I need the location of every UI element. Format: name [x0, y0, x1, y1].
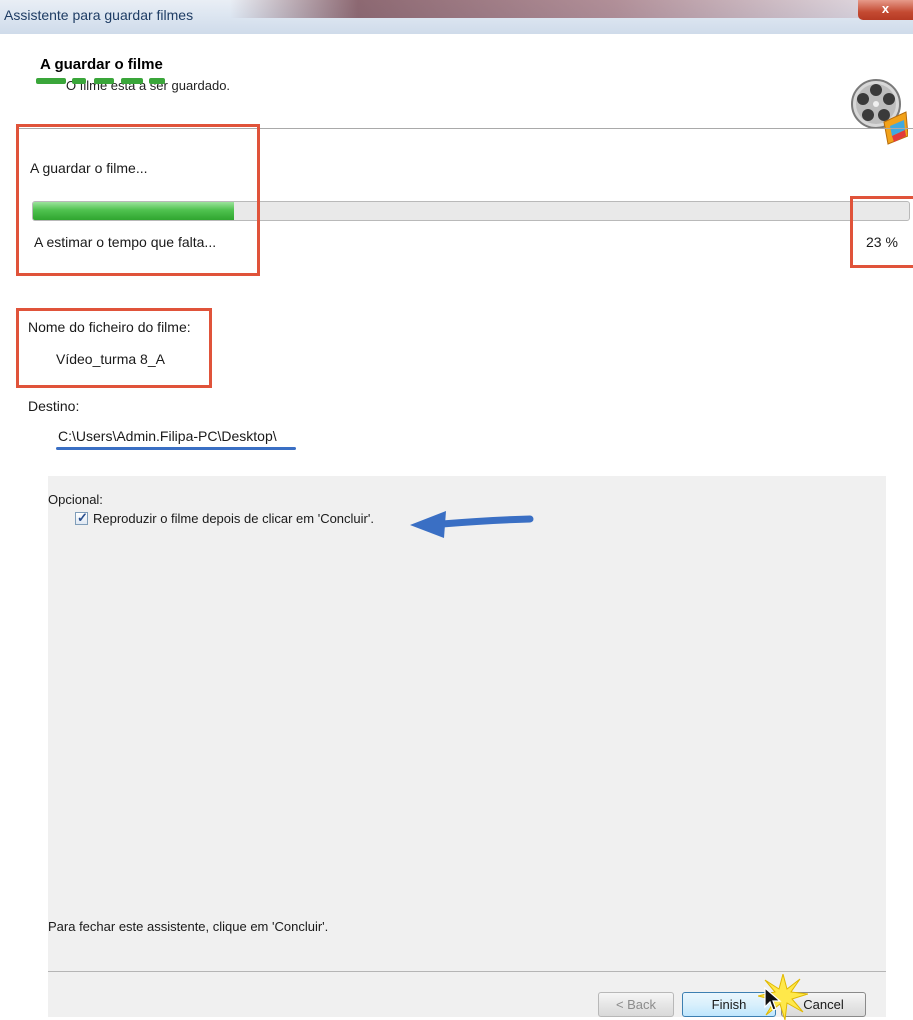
highlight-mark: [121, 78, 143, 84]
film-reel-icon: [851, 79, 908, 145]
destination-label: Destino:: [28, 398, 80, 414]
filename-label: Nome do ficheiro do filme:: [28, 319, 191, 335]
highlight-mark: [36, 78, 66, 84]
annotation-box-percent: [850, 196, 913, 268]
destination-path: C:\Users\Admin.Filipa-PC\Desktop\: [58, 428, 277, 444]
annotation-box-progress: [16, 124, 260, 276]
filename-value: Vídeo_turma 8_A: [56, 351, 165, 367]
wizard-bottom-panel: Opcional: ✓ Reproduzir o filme depois de…: [48, 476, 886, 1020]
close-hint-text: Para fechar este assistente, clique em '…: [48, 919, 329, 934]
footer-divider: [48, 971, 886, 972]
title-bar-gradient: [230, 0, 870, 18]
highlight-mark: [149, 78, 165, 84]
checkmark-icon: ✓: [77, 510, 88, 525]
back-button[interactable]: < Back: [598, 992, 674, 1017]
page-title: A guardar o filme: [40, 56, 163, 73]
highlight-mark: [72, 78, 86, 84]
wizard-top-panel: Assistente para guardar filmes x A guard…: [0, 0, 913, 460]
optional-section-label: Opcional:: [48, 492, 103, 507]
annotation-underline: [56, 447, 296, 450]
annotation-arrow-icon: [410, 511, 534, 538]
window-title: Assistente para guardar filmes: [4, 7, 194, 23]
title-bar: Assistente para guardar filmes x: [0, 0, 913, 34]
play-after-checkbox[interactable]: ✓: [75, 510, 88, 525]
play-after-label[interactable]: Reproduzir o filme depois de clicar em '…: [93, 511, 374, 526]
mouse-cursor-icon: [764, 987, 782, 1011]
wizard-header: A guardar o filme O filme está a ser gua…: [0, 34, 913, 145]
close-button[interactable]: x: [858, 0, 913, 20]
highlight-mark: [94, 78, 114, 84]
